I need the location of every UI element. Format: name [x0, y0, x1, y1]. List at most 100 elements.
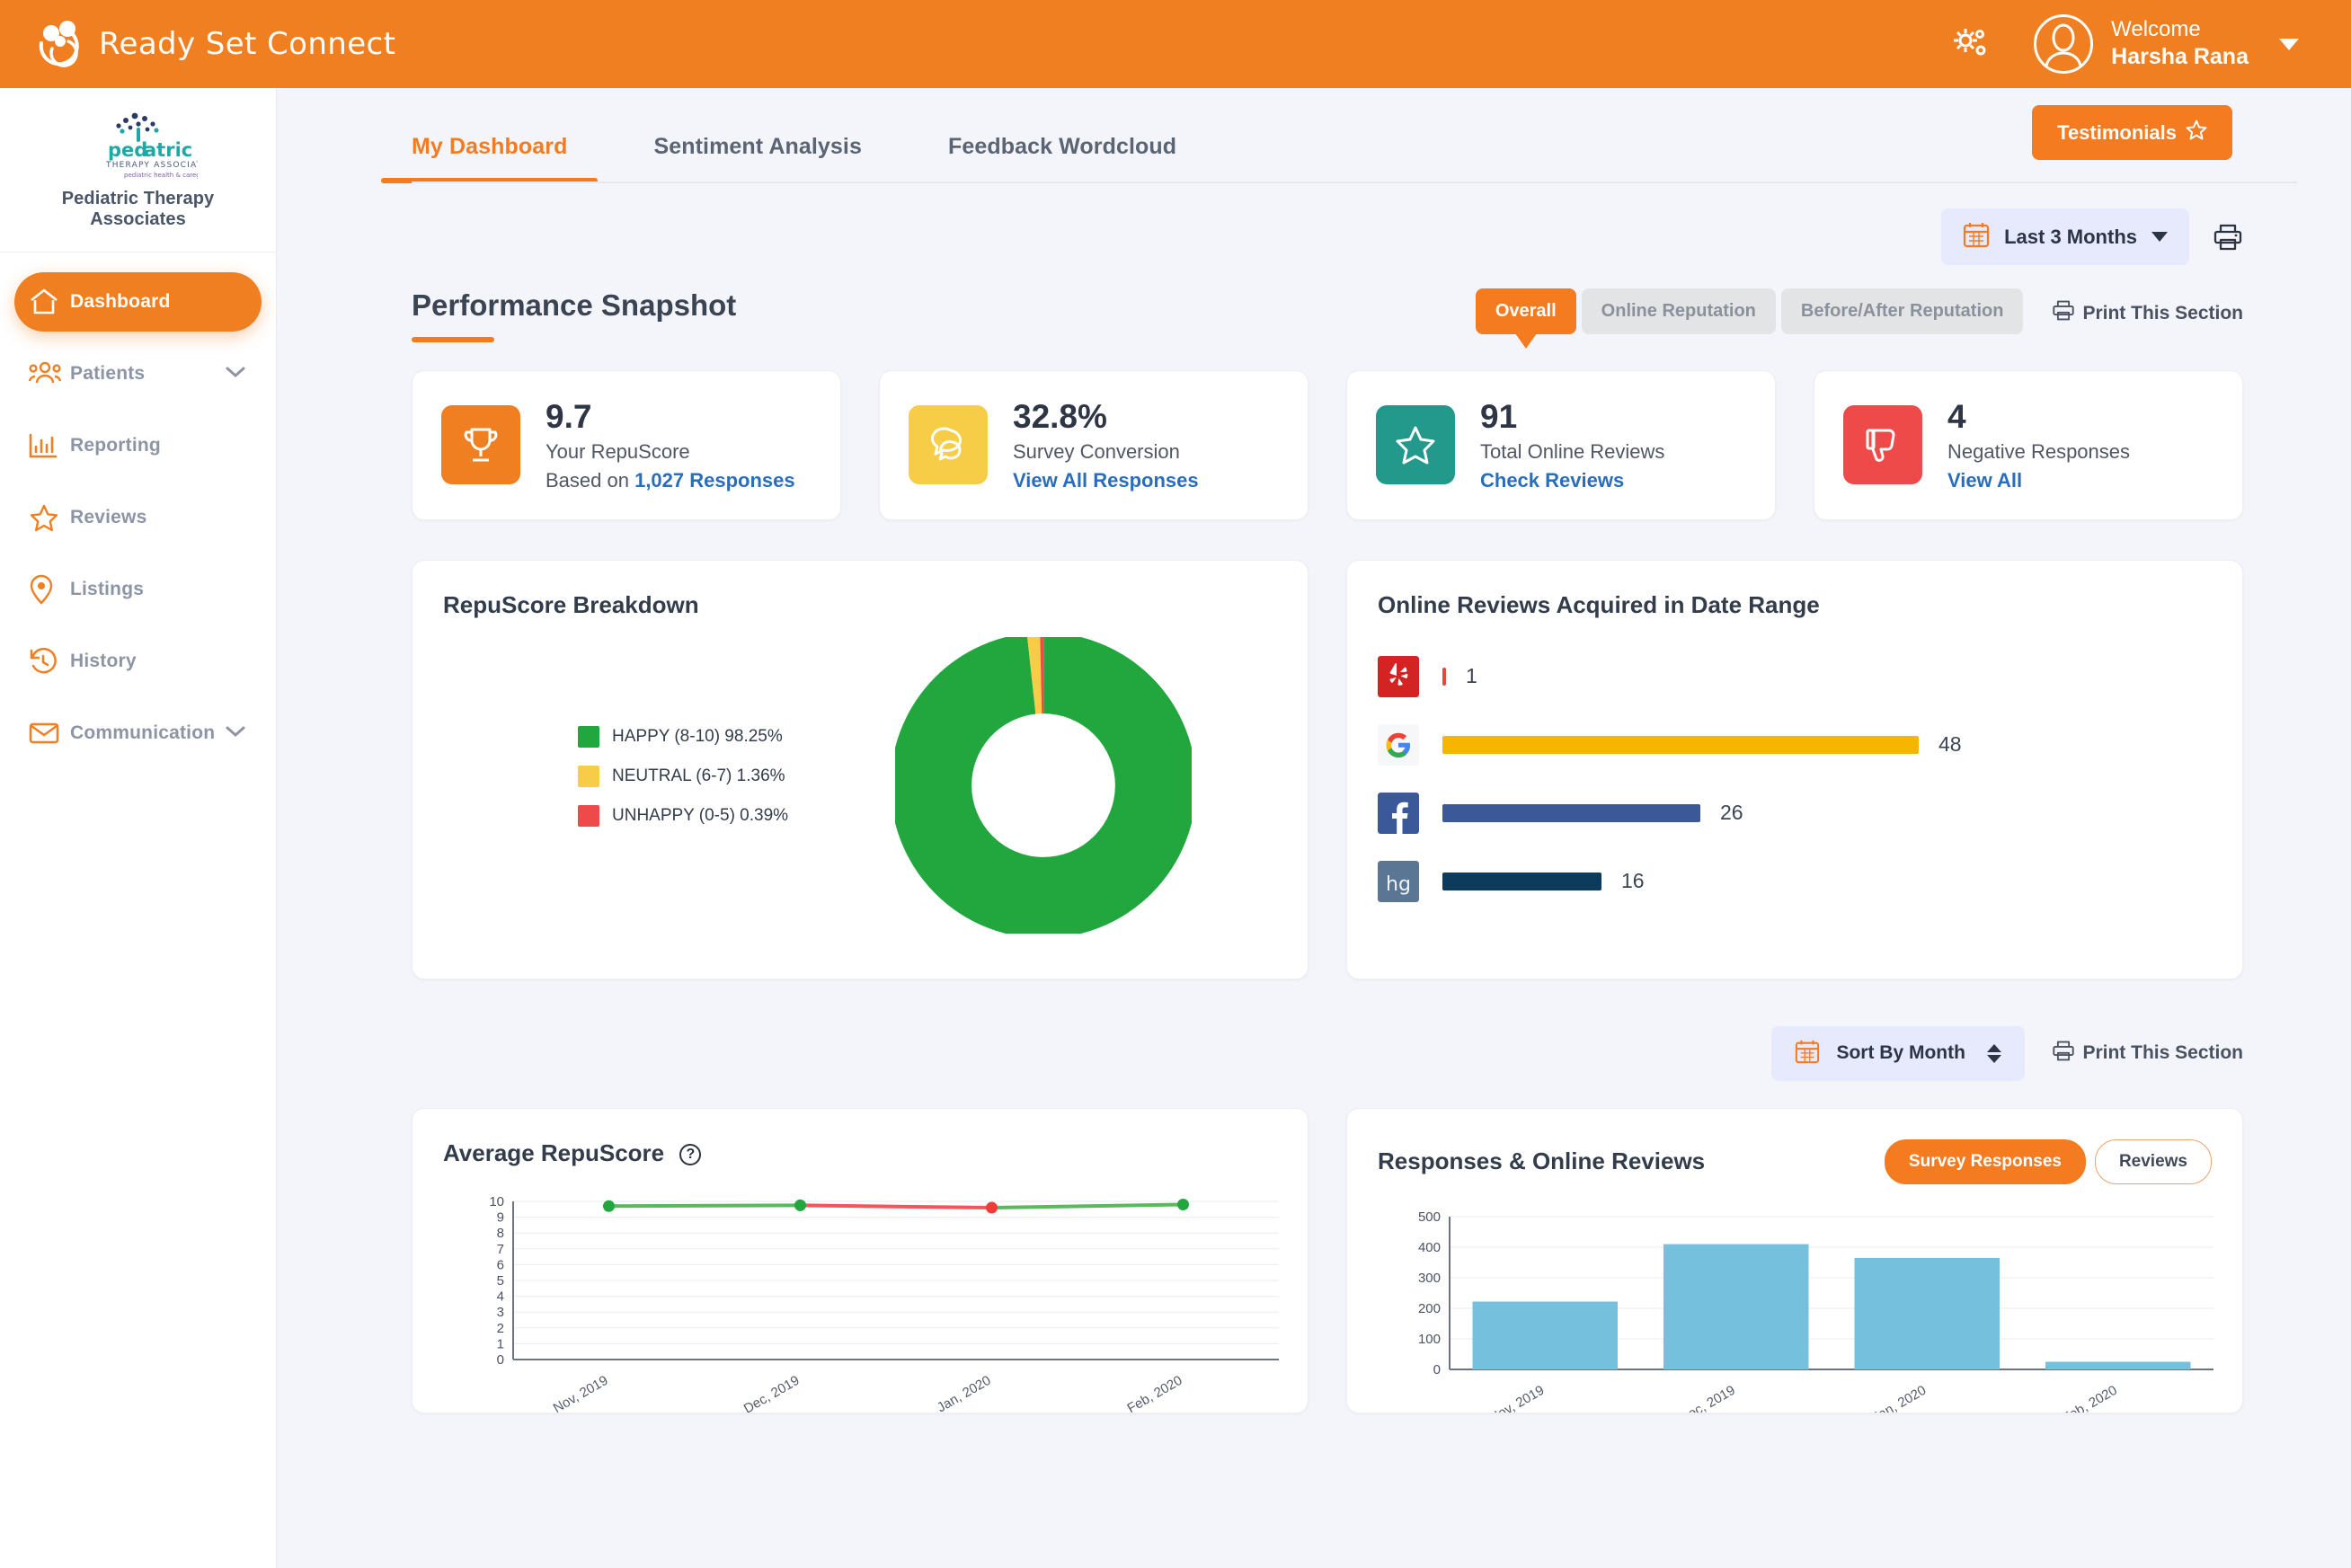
svg-text:2: 2: [497, 1320, 504, 1335]
svg-text:Nov, 2019: Nov, 2019: [1486, 1382, 1547, 1413]
donut-slice-unhappy: [895, 636, 1193, 934]
kpi-link[interactable]: Check Reviews: [1480, 469, 1664, 492]
tab-bar: My Dashboard Sentiment Analysis Feedback…: [277, 88, 2351, 183]
printer-icon: [2052, 299, 2075, 327]
kpi-label: Survey Conversion: [1013, 439, 1180, 463]
chevron-down-icon[interactable]: [2279, 38, 2299, 50]
home-icon: [29, 288, 70, 316]
svg-text:100: 100: [1418, 1332, 1441, 1347]
average-repuscore-title: Average RepuScore: [443, 1138, 665, 1166]
user-menu[interactable]: Welcome Harsha Rana: [2034, 14, 2299, 74]
top-bar-right: Welcome Harsha Rana: [1947, 14, 2299, 74]
star-icon: [29, 503, 70, 532]
svg-text:pediatric health & caregiving: pediatric health & caregiving: [124, 172, 198, 179]
svg-text:3: 3: [497, 1305, 504, 1320]
kpi-sub-link[interactable]: 1,027 Responses: [634, 469, 795, 492]
org-name: Pediatric Therapy Associates: [61, 189, 215, 229]
svg-text:ped: ped: [108, 139, 147, 161]
responses-reviews-panel: Responses & Online Reviews Survey Respon…: [1346, 1107, 2243, 1413]
sort-by-month-label: Sort By Month: [1836, 1042, 1965, 1064]
testimonials-button[interactable]: Testimonials: [2032, 105, 2232, 160]
date-range-selector[interactable]: Last 3 Months: [1941, 208, 2189, 265]
question-mark-icon[interactable]: ?: [679, 1143, 702, 1165]
sort-by-month-selector[interactable]: Sort By Month: [1771, 1025, 2026, 1081]
users-icon: [29, 360, 70, 387]
kpi-sub-prefix: Based on: [546, 468, 635, 492]
sidebar-item-listings[interactable]: Listings: [14, 560, 262, 619]
pill-survey-responses[interactable]: Survey Responses: [1884, 1138, 2086, 1184]
review-bar-value: 1: [1466, 664, 1477, 688]
calendar-icon: [1795, 1039, 1820, 1068]
legend-label: HAPPY (8-10) 98.25%: [612, 726, 783, 746]
print-button[interactable]: [2213, 223, 2243, 252]
review-bar-track: 26: [1442, 801, 2212, 825]
sidebar-item-label: Communication: [70, 722, 216, 743]
print-this-section-link-top[interactable]: Print This Section: [2052, 299, 2243, 327]
toggle-online-reputation[interactable]: Online Reputation: [1581, 288, 1776, 334]
responses-reviews-header: Responses & Online Reviews Survey Respon…: [1378, 1138, 2212, 1184]
kpi-card-negative-responses: 4 Negative Responses View All: [1814, 370, 2243, 520]
svg-text:1: 1: [497, 1336, 504, 1351]
kpi-label: Total Online Reviews: [1480, 439, 1665, 463]
star-outline-icon: [2186, 120, 2207, 146]
tab-my-dashboard[interactable]: My Dashboard: [380, 134, 599, 183]
sidebar-item-history[interactable]: History: [14, 632, 262, 691]
pin-icon: [29, 574, 70, 605]
charts-row-1: RepuScore Breakdown HAPPY (8-10) 98.25% …: [412, 559, 2243, 979]
kpi-value: 91: [1480, 398, 1518, 435]
filter-row: Last 3 Months: [277, 183, 2351, 265]
sort-row: Sort By Month Print This Section: [412, 1025, 2243, 1081]
pill-reviews[interactable]: Reviews: [2094, 1138, 2212, 1184]
chat-bubbles-icon: [909, 405, 988, 485]
toggle-before-after-reputation[interactable]: Before/After Reputation: [1780, 288, 2024, 334]
svg-text:THERAPY ASSOCIATES: THERAPY ASSOCIATES: [105, 161, 198, 170]
pediatric-therapy-associates-logo-icon: ped atric THERAPY ASSOCIATES pediatric h…: [14, 111, 262, 182]
sidebar-item-communication[interactable]: Communication: [14, 704, 262, 763]
online-reviews-bars: 1 48 26 hg 16: [1378, 619, 2212, 916]
user-avatar-icon: [2034, 14, 2094, 74]
kpi-link[interactable]: View All: [1947, 469, 2130, 492]
svg-text:10: 10: [489, 1194, 504, 1209]
google-icon: [1378, 723, 1419, 766]
legend-swatch-neutral: [578, 765, 599, 787]
calendar-icon: [1963, 221, 1990, 252]
mail-icon: [29, 722, 70, 745]
sidebar-item-reviews[interactable]: Reviews: [14, 488, 262, 547]
svg-text:400: 400: [1418, 1240, 1441, 1255]
sidebar-item-patients[interactable]: Patients: [14, 344, 262, 403]
kpi-label: Negative Responses: [1947, 439, 2131, 463]
review-bar-value: 26: [1720, 801, 1743, 825]
sidebar-item-label: Reviews: [70, 507, 147, 527]
brand[interactable]: Ready Set Connect: [31, 16, 395, 72]
kpi-value: 9.7: [546, 398, 592, 435]
review-bar-row-healthgrades: hg 16: [1378, 847, 2212, 916]
legend-item: UNHAPPY (0-5) 0.39%: [578, 804, 810, 827]
review-bar-track: 1: [1442, 664, 2212, 688]
sidebar-item-reporting[interactable]: Reporting: [14, 416, 262, 475]
sidebar: ped atric THERAPY ASSOCIATES pediatric h…: [0, 88, 277, 1568]
toggle-overall[interactable]: Overall: [1475, 288, 1576, 334]
chevron-down-icon[interactable]: [224, 365, 247, 384]
donut-chart: [810, 636, 1277, 934]
legend-label: NEUTRAL (6-7) 1.36%: [612, 766, 785, 785]
tab-sentiment-analysis[interactable]: Sentiment Analysis: [653, 134, 862, 183]
testimonials-label: Testimonials: [2057, 120, 2177, 144]
review-bar-row-facebook: 26: [1378, 779, 2212, 847]
print-this-section-link-bottom[interactable]: Print This Section: [2052, 1040, 2243, 1067]
main-content: My Dashboard Sentiment Analysis Feedback…: [277, 88, 2351, 1568]
facebook-icon: [1378, 792, 1419, 834]
tabs: My Dashboard Sentiment Analysis Feedback…: [380, 134, 1263, 183]
svg-text:Nov, 2019: Nov, 2019: [551, 1372, 611, 1413]
kpi-link[interactable]: View All Responses: [1013, 469, 1199, 492]
tab-feedback-wordcloud[interactable]: Feedback Wordcloud: [948, 134, 1176, 183]
gears-icon[interactable]: [1947, 21, 1994, 67]
sidebar-item-dashboard[interactable]: Dashboard: [14, 272, 262, 332]
chevron-down-icon[interactable]: [224, 724, 247, 743]
welcome-text: Welcome Harsha Rana: [2111, 16, 2249, 71]
sidebar-item-label: Patients: [70, 363, 146, 384]
print-this-section-label: Print This Section: [2082, 1042, 2243, 1064]
average-repuscore-panel: Average RepuScore ? 0 1 2 3 4 5 6 7 8 9 10 Nov, 201…: [412, 1107, 1309, 1413]
chart-icon: [29, 432, 70, 459]
dashboard-content: Performance Snapshot Overall Online Repu…: [277, 265, 2351, 1413]
svg-text:0: 0: [497, 1352, 504, 1368]
